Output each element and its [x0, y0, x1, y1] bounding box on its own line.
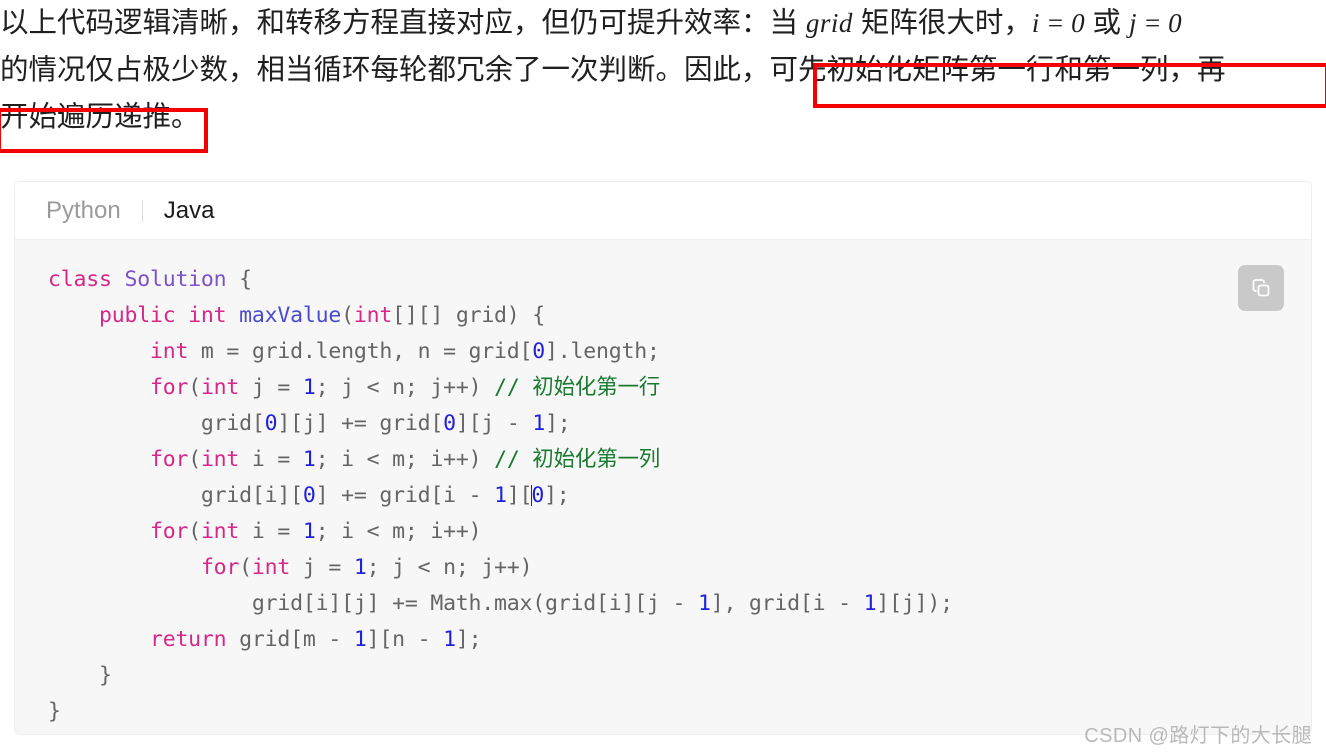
- paragraph-line-2-text-a: 的情况仅占极少数，相当循环每轮都冗余了一次判断。因此，: [0, 54, 770, 86]
- code-token: i =: [239, 447, 303, 472]
- code-token: (: [188, 447, 201, 472]
- code-body[interactable]: class Solution { public int maxValue(int…: [15, 240, 1311, 734]
- code-token: m = grid.length, n = grid[: [188, 339, 533, 364]
- code-token: 1: [697, 591, 711, 616]
- math-eq-i-equals-zero: i = 0: [1031, 8, 1085, 38]
- math-eq-j-equals-zero: j = 0: [1128, 8, 1182, 38]
- code-token: 1: [353, 627, 367, 652]
- paragraph-line-2: 的情况仅占极少数，相当循环每轮都冗余了一次判断。因此，可先初始化矩阵第一行和第一…: [0, 47, 1326, 94]
- tab-divider: [141, 199, 143, 222]
- code-token: {: [226, 267, 252, 292]
- paragraph-line-3: 开始遍历递推。: [0, 94, 1326, 141]
- tab-python[interactable]: Python: [35, 197, 132, 225]
- code-token: [][] grid) {: [392, 303, 546, 328]
- code-token: j =: [239, 375, 303, 400]
- code-token: int: [353, 303, 393, 328]
- tab-java[interactable]: Java: [153, 197, 226, 225]
- code-token: grid[: [48, 411, 265, 436]
- copy-code-button[interactable]: [1238, 265, 1284, 311]
- code-token: 1: [443, 627, 456, 652]
- csdn-watermark: CSDN @路灯下的大长腿: [1084, 725, 1312, 747]
- code-token: // 初始化第一行: [494, 375, 661, 400]
- code-token: int: [200, 447, 240, 472]
- code-token: int: [200, 519, 240, 544]
- code-token: 1: [302, 375, 316, 400]
- code-token: ] += grid[i -: [315, 483, 495, 508]
- code-token: for: [149, 375, 189, 400]
- math-var-grid: grid: [805, 8, 853, 38]
- language-tab-bar: Python Java: [15, 182, 1311, 240]
- code-token: (: [188, 375, 201, 400]
- code-token: ];: [455, 627, 482, 652]
- paragraph-line-1: 以上代码逻辑清晰，和转移方程直接对应，但仍可提升效率：当 grid 矩阵很大时，…: [0, 0, 1326, 47]
- code-token: // 初始化第一列: [494, 447, 661, 472]
- code-token: 1: [302, 447, 316, 472]
- copy-icon: [1249, 276, 1273, 300]
- code-token: i =: [239, 519, 303, 544]
- code-token: (: [341, 303, 354, 328]
- code-token: grid[i][: [48, 483, 303, 508]
- code-token: 1: [863, 591, 877, 616]
- code-token: int: [251, 555, 291, 580]
- code-token: return: [149, 627, 227, 652]
- code-token: 0: [443, 411, 456, 436]
- code-token: ].length;: [545, 339, 660, 364]
- code-token: ][j -: [455, 411, 533, 436]
- code-content[interactable]: class Solution { public int maxValue(int…: [15, 262, 1311, 730]
- code-token: int: [200, 375, 240, 400]
- code-token: }: [48, 699, 61, 724]
- paragraph-line-1-text-a: 以上代码逻辑清晰，和转移方程直接对应，但仍可提升效率：当: [0, 7, 806, 39]
- code-token: ][n -: [366, 627, 444, 652]
- paragraph-line-2-highlighted-text: 可先初始化矩阵第一行和第一列，再: [769, 54, 1226, 86]
- code-token: 0: [264, 411, 278, 436]
- explanation-paragraph: 以上代码逻辑清晰，和转移方程直接对应，但仍可提升效率：当 grid 矩阵很大时，…: [0, 0, 1326, 141]
- code-token: 0: [531, 483, 545, 508]
- code-token: class: [48, 267, 125, 292]
- code-token: ];: [544, 483, 570, 508]
- code-token: ; j < n; j++): [366, 555, 533, 580]
- code-token: 1: [353, 555, 367, 580]
- code-token: 1: [494, 483, 507, 508]
- code-token: maxValue: [239, 303, 342, 328]
- code-token: int: [149, 339, 189, 364]
- code-token: ][j]);: [876, 591, 953, 616]
- code-token: grid[m -: [226, 627, 354, 652]
- code-token: (: [239, 555, 252, 580]
- code-token: 0: [532, 339, 546, 364]
- code-token: public int: [98, 303, 240, 328]
- code-token: grid[i][j] += Math.max(grid[i][j -: [48, 591, 698, 616]
- paragraph-line-1-text-b: 矩阵很大时，: [852, 7, 1032, 39]
- code-token: ];: [545, 411, 571, 436]
- code-token: 1: [302, 519, 316, 544]
- code-token: ; j < n; j++): [315, 375, 495, 400]
- page-root: 以上代码逻辑清晰，和转移方程直接对应，但仍可提升效率：当 grid 矩阵很大时，…: [0, 0, 1326, 754]
- code-token: ; i < m; i++): [315, 447, 495, 472]
- code-token: ][: [506, 483, 533, 508]
- code-token: Solution: [124, 267, 227, 292]
- code-token: ][j] += grid[: [277, 411, 444, 436]
- paragraph-line-3-highlighted-text: 开始遍历递推。: [0, 101, 200, 133]
- paragraph-line-1-text-c: 或: [1084, 7, 1129, 39]
- code-token: (: [188, 519, 201, 544]
- code-block-card: Python Java class Solution { public int …: [14, 181, 1312, 735]
- code-token: for: [149, 519, 189, 544]
- code-token: for: [149, 447, 189, 472]
- code-token: }: [48, 663, 112, 688]
- code-token: for: [200, 555, 240, 580]
- code-token: ], grid[i -: [710, 591, 864, 616]
- code-token: ; i < m; i++): [315, 519, 482, 544]
- code-token: 0: [302, 483, 316, 508]
- code-token: 1: [532, 411, 546, 436]
- code-token: j =: [290, 555, 354, 580]
